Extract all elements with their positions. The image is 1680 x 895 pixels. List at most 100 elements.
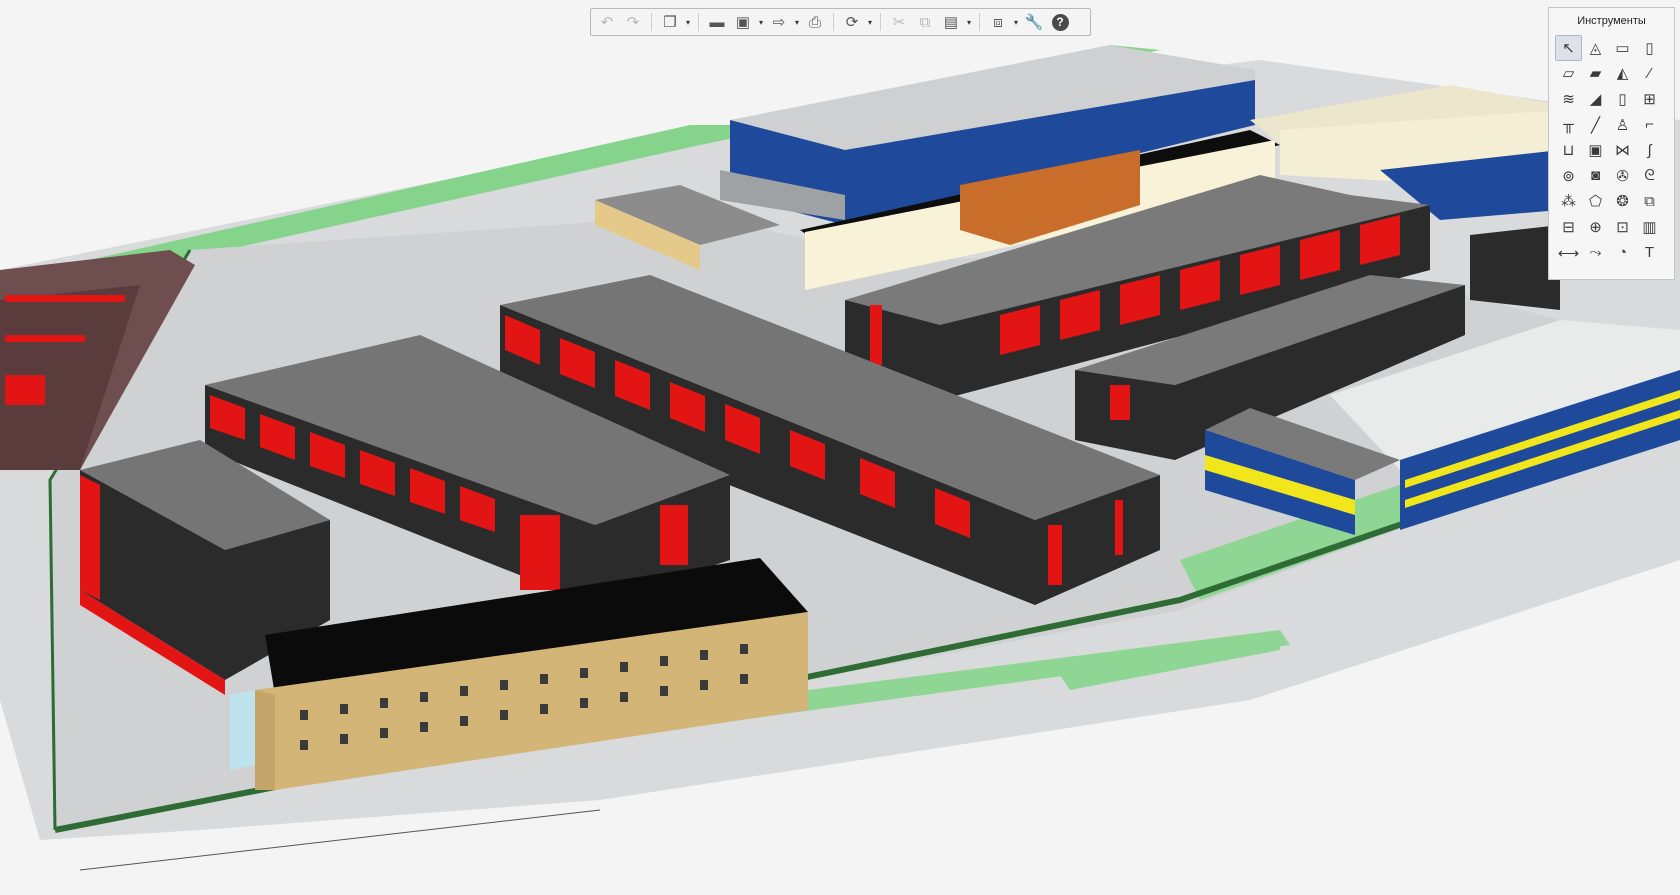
tool-column-button[interactable]: ▯: [1636, 35, 1663, 61]
slab-icon: ▱: [1562, 65, 1575, 83]
tool-room-button[interactable]: ⬠: [1582, 189, 1609, 215]
layers-icon: ⧈: [993, 13, 1003, 31]
text-tool-icon: T: [1644, 244, 1655, 262]
undo-button[interactable]: ↶: [595, 11, 619, 33]
column-icon: ▯: [1645, 39, 1654, 57]
electrical-panel-icon: ⊟: [1562, 218, 1575, 236]
tool-appliance-button[interactable]: ▣: [1582, 137, 1609, 163]
tool-section-button[interactable]: ⤳: [1582, 240, 1609, 266]
shapes-icon: ◬: [1589, 39, 1602, 57]
save-button[interactable]: ▣: [731, 11, 755, 33]
window-icon: ⊞: [1643, 90, 1656, 108]
roof-icon: ◭: [1616, 65, 1629, 83]
tool-boiler-button[interactable]: ◙: [1582, 163, 1609, 189]
tool-pipe-button[interactable]: ⌐: [1636, 112, 1663, 138]
toolbar-separator: [833, 13, 834, 31]
tool-door-button[interactable]: ▯: [1609, 86, 1636, 112]
dropdown-arrow-icon[interactable]: ▾: [684, 18, 692, 27]
mid-block-red: [1110, 385, 1130, 420]
corner-block-red-side: [80, 475, 100, 600]
tool-railing-button[interactable]: ╥: [1555, 112, 1582, 138]
tool-text-button[interactable]: T: [1636, 240, 1663, 266]
floppy-disk-icon: ▣: [735, 13, 751, 31]
paste-button[interactable]: ▤: [939, 11, 963, 33]
tool-beam-button[interactable]: ⁄: [1636, 61, 1663, 87]
printer-icon: ⎙: [808, 13, 821, 31]
far-right-building: [1470, 225, 1560, 310]
tool-floor-opening-button[interactable]: ▰: [1582, 61, 1609, 87]
duct-icon: ᘓ: [1644, 167, 1655, 185]
cube-icon: ❒: [663, 13, 677, 31]
tool-shapes-button[interactable]: ◬: [1582, 35, 1609, 61]
tool-fan-button[interactable]: ✇: [1609, 163, 1636, 189]
tool-window-button[interactable]: ⊞: [1636, 86, 1663, 112]
tool-stair-button[interactable]: ≋: [1555, 86, 1582, 112]
tool-valve-button[interactable]: ⋈: [1609, 137, 1636, 163]
tool-fitting-button[interactable]: ∫: [1636, 137, 1663, 163]
pump-icon: ⊚: [1562, 167, 1575, 185]
orbit-icon: ⟳: [845, 13, 859, 31]
door-icon: ▯: [1618, 90, 1627, 108]
tool-detail-button[interactable]: ◔: [1609, 240, 1636, 266]
dropdown-arrow-icon[interactable]: ▾: [866, 18, 874, 27]
dimension-icon: ⟷: [1557, 244, 1580, 262]
box-icon: ⧉: [1644, 192, 1655, 210]
tool-duct-button[interactable]: ᘓ: [1636, 163, 1663, 189]
redo-icon: ↷: [626, 13, 640, 31]
3d-viewport[interactable]: [0, 0, 1680, 895]
tool-cabinet-button[interactable]: ▥: [1636, 214, 1663, 240]
sink-icon: ⊔: [1562, 142, 1575, 160]
dropdown-arrow-icon[interactable]: ▾: [757, 18, 765, 27]
detail-icon: ◔: [1617, 244, 1628, 262]
tool-socket-button[interactable]: ⊡: [1609, 214, 1636, 240]
dropdown-arrow-icon[interactable]: ▾: [965, 18, 973, 27]
dropdown-arrow-icon[interactable]: ▾: [793, 18, 801, 27]
equipment-icon: ♙: [1615, 116, 1630, 134]
fitting-icon: ∫: [1647, 141, 1652, 159]
line-icon: ╱: [1590, 116, 1601, 134]
beige-building-side: [255, 690, 275, 790]
socket-icon: ⊡: [1616, 218, 1629, 236]
tool-dimension-button[interactable]: ⟷: [1555, 240, 1582, 266]
dropdown-arrow-icon[interactable]: ▾: [1012, 18, 1020, 27]
fan-icon: ✇: [1616, 167, 1629, 185]
room-icon: ⬠: [1588, 193, 1603, 211]
settings-button[interactable]: 🔧: [1022, 11, 1046, 33]
undo-icon: ↶: [600, 13, 614, 31]
valve-icon: ⋈: [1615, 142, 1630, 160]
tool-wall-button[interactable]: ▭: [1609, 35, 1636, 61]
toolbar-separator: [979, 13, 980, 31]
layers-button[interactable]: ⧈: [986, 11, 1010, 33]
export-button[interactable]: ⇨: [767, 11, 791, 33]
tool-panel-button[interactable]: ⊟: [1555, 214, 1582, 240]
redo-button[interactable]: ↷: [621, 11, 645, 33]
open-button[interactable]: ▬: [705, 11, 729, 33]
tool-light-button[interactable]: ⊕: [1582, 214, 1609, 240]
tool-equipment-button[interactable]: ♙: [1609, 112, 1636, 138]
view-3d-button[interactable]: ❒: [658, 11, 682, 33]
tool-diffuser-button[interactable]: ❂: [1609, 189, 1636, 215]
help-icon: ?: [1051, 13, 1069, 31]
diffuser-icon: ❂: [1616, 193, 1629, 211]
tool-sink-button[interactable]: ⊔: [1555, 137, 1582, 163]
clipboard-icon: ▤: [943, 13, 959, 31]
tool-box-button[interactable]: ⧉: [1636, 189, 1663, 215]
tool-pump-button[interactable]: ⊚: [1555, 163, 1582, 189]
help-button[interactable]: ?: [1048, 11, 1072, 33]
print-button[interactable]: ⎙: [803, 11, 827, 33]
navigation-button[interactable]: ⟳: [840, 11, 864, 33]
wrench-icon: 🔧: [1024, 13, 1044, 31]
cabinet-icon: ▥: [1642, 218, 1657, 236]
tools-grid: ↖ ◬ ▭ ▯ ▱ ▰ ◭ ⁄ ≋ ◢ ▯ ⊞ ╥ ╱ ♙ ⌐ ⊔ ▣ ⋈ ∫ ⊚ ◙ ✇ ᘓ ⁂ ⬠ ❂ ⧉ ⊟ ⊕ ⊡ ▥ ⟷ ⤳ ◔ T: [1555, 35, 1674, 265]
cursor-arrow-icon: ↖: [1562, 39, 1575, 57]
copy-button[interactable]: ⧉: [913, 11, 937, 33]
tool-select-button[interactable]: ↖: [1555, 35, 1582, 61]
tool-slab-button[interactable]: ▱: [1555, 61, 1582, 87]
tool-sprinkler-button[interactable]: ⁂: [1555, 189, 1582, 215]
tool-roof-button[interactable]: ◭: [1609, 61, 1636, 87]
cut-button[interactable]: ✂: [887, 11, 911, 33]
tool-ramp-button[interactable]: ◢: [1582, 86, 1609, 112]
tool-line-button[interactable]: ╱: [1582, 112, 1609, 138]
sprinkler-icon: ⁂: [1561, 193, 1576, 211]
stair-icon: ≋: [1562, 90, 1575, 108]
